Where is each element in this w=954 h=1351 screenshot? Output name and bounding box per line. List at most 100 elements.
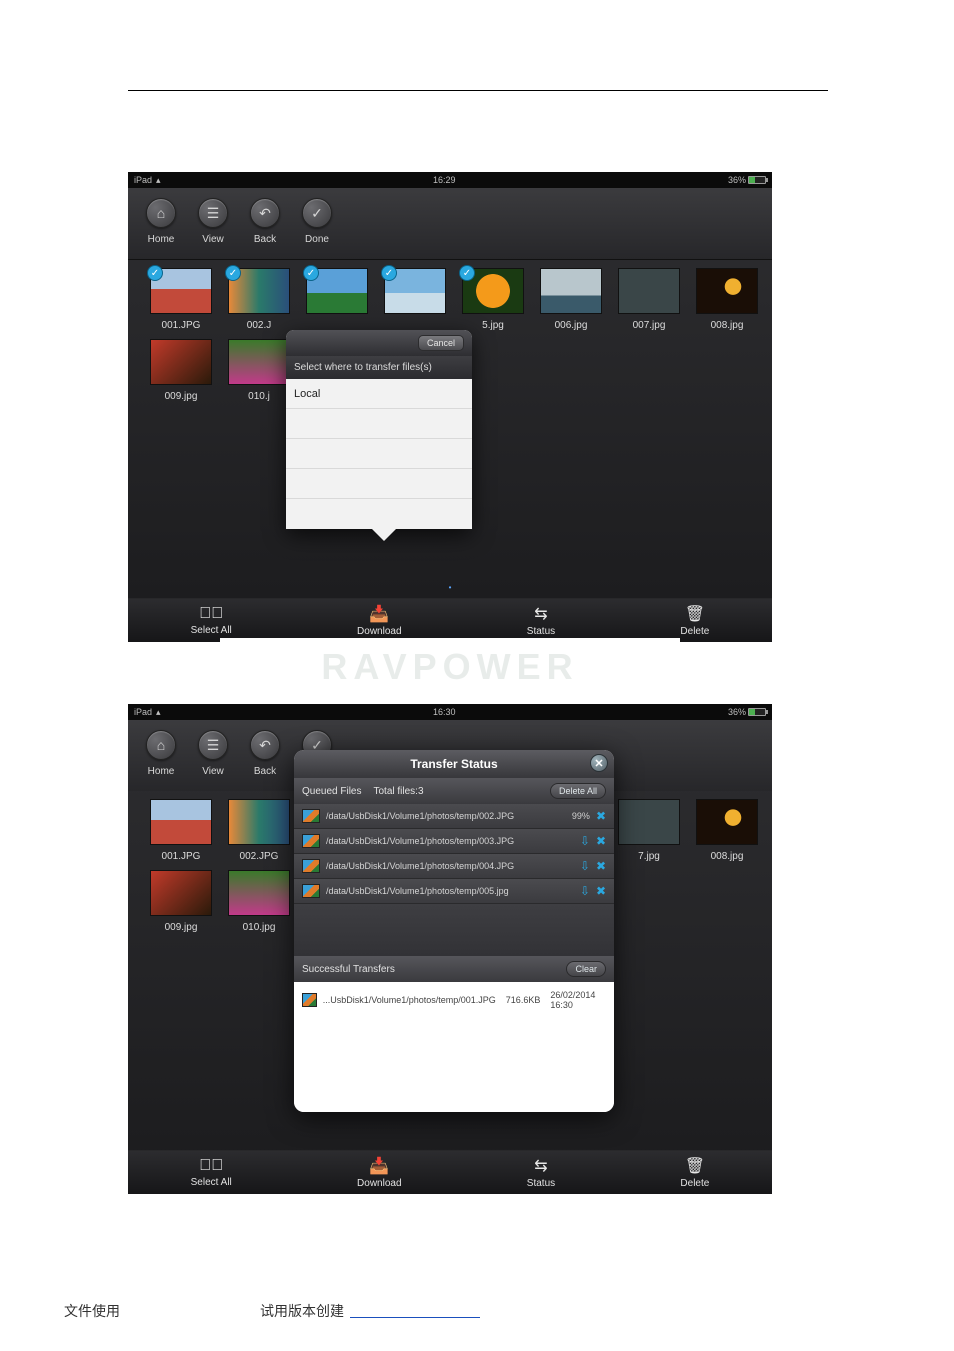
toolbar-home-label: Home bbox=[148, 234, 175, 245]
file-label: 001.JPG bbox=[162, 851, 201, 862]
file-icon bbox=[302, 993, 317, 1007]
file-item[interactable]: 008.jpg bbox=[692, 799, 762, 862]
file-item[interactable]: 007.jpg bbox=[614, 268, 684, 331]
status-icon: ⇆ bbox=[534, 604, 547, 624]
cancel-icon[interactable]: ✖ bbox=[596, 834, 606, 848]
delete-button[interactable]: 🗑 Delete bbox=[680, 604, 709, 637]
queued-row: /data/UsbDisk1/Volume1/photos/temp/005.j… bbox=[294, 879, 614, 904]
check-icon: ✓ bbox=[303, 265, 319, 281]
divider-top bbox=[128, 90, 828, 91]
toolbar-done-label: Done bbox=[305, 234, 329, 245]
queued-path: /data/UsbDisk1/Volume1/photos/temp/005.j… bbox=[326, 886, 509, 896]
popover-option-empty: . bbox=[286, 409, 472, 439]
toolbar-back-label: Back bbox=[254, 234, 276, 245]
battery-pct: 36% bbox=[728, 707, 746, 717]
file-item[interactable]: 009.jpg bbox=[146, 870, 216, 933]
popover-option-empty: . bbox=[286, 469, 472, 499]
cancel-icon[interactable]: ✖ bbox=[596, 809, 606, 823]
cancel-button[interactable]: Cancel bbox=[418, 335, 464, 351]
footer-blank-line bbox=[350, 1304, 480, 1318]
wifi-icon: ▴ bbox=[156, 707, 161, 718]
close-button[interactable]: ✕ bbox=[590, 754, 608, 772]
statusbar: iPad ▴ 16:30 36% bbox=[128, 704, 772, 720]
file-item[interactable]: ✓ bbox=[302, 268, 372, 331]
queued-row: /data/UsbDisk1/Volume1/photos/temp/003.J… bbox=[294, 829, 614, 854]
footer-mid: 试用版本创建 bbox=[260, 1301, 344, 1321]
check-icon: ✓ bbox=[225, 265, 241, 281]
file-item[interactable]: 008.jpg bbox=[692, 268, 762, 331]
cancel-icon[interactable]: ✖ bbox=[596, 859, 606, 873]
file-item[interactable]: 002.JPG bbox=[224, 799, 294, 862]
watermark-text: RAVPOWER bbox=[220, 638, 680, 688]
status-icon: ⇆ bbox=[534, 1156, 547, 1176]
status-label: Status bbox=[527, 626, 555, 637]
download-button[interactable]: 📥Download bbox=[357, 604, 401, 637]
toolbar-back[interactable]: ↶Back bbox=[250, 730, 280, 777]
status-button[interactable]: ⇆ Status bbox=[527, 604, 555, 637]
file-item[interactable]: 010.jpg bbox=[224, 870, 294, 933]
toolbar-view-label: View bbox=[202, 234, 224, 245]
queued-path: /data/UsbDisk1/Volume1/photos/temp/003.J… bbox=[326, 836, 514, 846]
download-icon: 📥 bbox=[369, 604, 389, 624]
delete-all-button[interactable]: Delete All bbox=[550, 783, 606, 799]
toolbar-view-label: View bbox=[202, 766, 224, 777]
file-label: 010.j bbox=[248, 391, 270, 402]
status-label: Status bbox=[527, 1178, 555, 1189]
toolbar-home[interactable]: ⌂ Home bbox=[146, 730, 176, 777]
success-row: ...UsbDisk1/Volume1/photos/temp/001.JPG … bbox=[302, 990, 606, 1010]
file-label: 009.jpg bbox=[165, 922, 198, 933]
device-label: iPad bbox=[134, 175, 152, 185]
queued-list: /data/UsbDisk1/Volume1/photos/temp/002.J… bbox=[294, 804, 614, 956]
transfer-title-text: Transfer Status bbox=[410, 757, 497, 771]
delete-label: Delete bbox=[680, 626, 709, 637]
select-all-button[interactable]: ✓⃝Select All bbox=[191, 605, 232, 636]
toolbar-view[interactable]: ☰View bbox=[198, 730, 228, 777]
file-item[interactable]: 009.jpg bbox=[146, 339, 216, 402]
cancel-icon[interactable]: ✖ bbox=[596, 884, 606, 898]
page-footer: 文件使用 试用版本创建 bbox=[64, 1301, 890, 1321]
download-button[interactable]: 📥Download bbox=[357, 1156, 401, 1189]
toolbar-back[interactable]: ↶ Back bbox=[250, 198, 280, 245]
file-item[interactable]: ✓002.J bbox=[224, 268, 294, 331]
queued-path: /data/UsbDisk1/Volume1/photos/temp/002.J… bbox=[326, 811, 514, 821]
home-icon: ⌂ bbox=[146, 730, 176, 760]
success-path: ...UsbDisk1/Volume1/photos/temp/001.JPG bbox=[323, 995, 496, 1005]
success-date: 26/02/2014 16:30 bbox=[550, 990, 606, 1010]
file-item[interactable]: 010.j bbox=[224, 339, 294, 402]
status-button[interactable]: ⇆ Status bbox=[527, 1156, 555, 1189]
file-label: 008.jpg bbox=[711, 320, 744, 331]
delete-button[interactable]: 🗑Delete bbox=[680, 1156, 709, 1189]
back-icon: ↶ bbox=[250, 198, 280, 228]
select-all-button[interactable]: ✓⃝Select All bbox=[191, 1157, 232, 1188]
file-icon bbox=[302, 884, 320, 898]
file-label: 5.jpg bbox=[482, 320, 504, 331]
screenshot-2: iPad ▴ 16:30 36% ⌂Home ☰View ↶Back ✓Done… bbox=[128, 704, 772, 1194]
battery-icon bbox=[748, 708, 766, 716]
file-item[interactable]: 7.jpg bbox=[614, 799, 684, 862]
file-item[interactable]: 001.JPG bbox=[146, 799, 216, 862]
trash-icon: 🗑 bbox=[685, 604, 705, 624]
statusbar-time: 16:30 bbox=[433, 707, 456, 717]
file-icon bbox=[302, 834, 320, 848]
check-icon: ✓ bbox=[147, 265, 163, 281]
clear-button[interactable]: Clear bbox=[566, 961, 606, 977]
file-label: 7.jpg bbox=[638, 851, 660, 862]
battery-icon bbox=[748, 176, 766, 184]
toolbar-home[interactable]: ⌂ Home bbox=[146, 198, 176, 245]
file-item[interactable]: ✓5.jpg bbox=[458, 268, 528, 331]
popover-options: Local . . . . bbox=[286, 379, 472, 529]
queued-path: /data/UsbDisk1/Volume1/photos/temp/004.J… bbox=[326, 861, 514, 871]
popover-option-local[interactable]: Local bbox=[286, 379, 472, 409]
toolbar-home-label: Home bbox=[148, 766, 175, 777]
transfer-destination-popover: Cancel Select where to transfer files(s)… bbox=[286, 330, 472, 529]
file-item[interactable]: ✓ bbox=[380, 268, 450, 331]
back-icon: ↶ bbox=[250, 730, 280, 760]
toolbar-done[interactable]: ✓ Done bbox=[302, 198, 332, 245]
toolbar-view[interactable]: ☰ View bbox=[198, 198, 228, 245]
selectall-icon: ✓⃝ bbox=[199, 605, 223, 623]
file-item[interactable]: ✓001.JPG bbox=[146, 268, 216, 331]
queued-pct: 99% bbox=[572, 811, 590, 821]
check-icon: ✓ bbox=[302, 198, 332, 228]
statusbar-time: 16:29 bbox=[433, 175, 456, 185]
file-item[interactable]: 006.jpg bbox=[536, 268, 606, 331]
